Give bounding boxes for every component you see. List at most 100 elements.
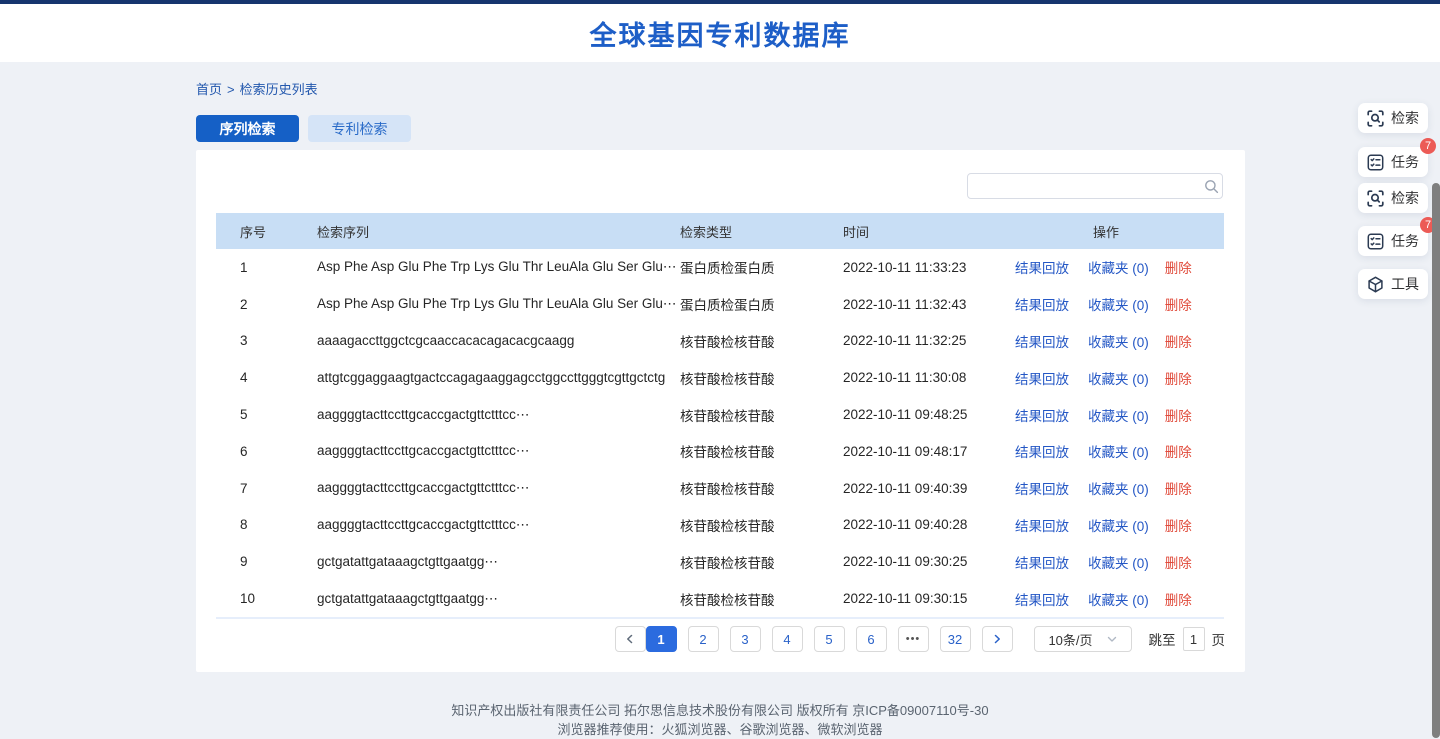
favorites-link[interactable]: 收藏夹 (0) xyxy=(1088,294,1149,314)
replay-results-link[interactable]: 结果回放 xyxy=(1015,552,1069,572)
row-type: 蛋白质检蛋白质 xyxy=(680,257,843,277)
delete-link[interactable]: 删除 xyxy=(1165,331,1192,351)
pagination-page-3[interactable]: 3 xyxy=(730,626,761,652)
pagination-next-icon[interactable] xyxy=(982,626,1013,652)
favorites-link[interactable]: 收藏夹 (0) xyxy=(1088,478,1149,498)
scan-search-icon xyxy=(1367,190,1384,207)
breadcrumb: 首页>检索历史列表 xyxy=(196,79,318,98)
delete-link[interactable]: 删除 xyxy=(1165,441,1192,461)
search-icon[interactable] xyxy=(1200,179,1222,194)
app-header: 全球基因专利数据库 xyxy=(0,4,1440,62)
delete-link[interactable]: 删除 xyxy=(1165,294,1192,314)
pagination-page-2[interactable]: 2 xyxy=(688,626,719,652)
delete-link[interactable]: 删除 xyxy=(1165,478,1192,498)
pagination-page-5[interactable]: 5 xyxy=(814,626,845,652)
tab-patent-search[interactable]: 专利检索 xyxy=(308,115,411,142)
row-actions: 结果回放 收藏夹 (0) 删除 xyxy=(1015,552,1224,572)
breadcrumb-home-link[interactable]: 首页 xyxy=(196,82,222,97)
page-title: 全球基因专利数据库 xyxy=(590,14,851,53)
row-actions: 结果回放 收藏夹 (0) 删除 xyxy=(1015,405,1224,425)
pagination: 123456 ••• 32 10条/页 跳至 页 xyxy=(615,626,1226,652)
pagination-pages: 123456 ••• 32 xyxy=(646,626,971,652)
favorites-link[interactable]: 收藏夹 (0) xyxy=(1088,441,1149,461)
table-row: 8 aaggggtacttccttgcaccgactgttctttcc⋯ 核苷酸… xyxy=(216,507,1224,544)
row-time: 2022-10-11 09:30:15 xyxy=(843,591,1015,606)
replay-results-link[interactable]: 结果回放 xyxy=(1015,441,1069,461)
delete-link[interactable]: 删除 xyxy=(1165,405,1192,425)
table-row: 5 aaggggtacttccttgcaccgactgttctttcc⋯ 核苷酸… xyxy=(216,396,1224,433)
row-time: 2022-10-11 11:30:08 xyxy=(843,370,1015,385)
row-sequence: gctgatattgataaagctgttgaatgg⋯ xyxy=(317,554,680,570)
pagination-more-icon[interactable]: ••• xyxy=(898,626,929,652)
favorites-link[interactable]: 收藏夹 (0) xyxy=(1088,515,1149,535)
row-type: 核苷酸检核苷酸 xyxy=(680,405,843,425)
pagination-page-32[interactable]: 32 xyxy=(940,626,971,652)
page-size-select[interactable]: 10条/页 xyxy=(1034,626,1132,652)
table-row: 7 aaggggtacttccttgcaccgactgttctttcc⋯ 核苷酸… xyxy=(216,470,1224,507)
row-index: 4 xyxy=(216,370,317,385)
delete-link[interactable]: 删除 xyxy=(1165,368,1192,388)
pagination-page-1[interactable]: 1 xyxy=(646,626,677,652)
favorites-link[interactable]: 收藏夹 (0) xyxy=(1088,589,1149,609)
replay-results-link[interactable]: 结果回放 xyxy=(1015,405,1069,425)
row-sequence: aaggggtacttccttgcaccgactgttctttcc⋯ xyxy=(317,517,680,533)
row-index: 6 xyxy=(216,444,317,459)
tab-sequence-search[interactable]: 序列检索 xyxy=(196,115,299,142)
delete-link[interactable]: 删除 xyxy=(1165,552,1192,572)
favorites-link[interactable]: 收藏夹 (0) xyxy=(1088,331,1149,351)
favorites-link[interactable]: 收藏夹 (0) xyxy=(1088,368,1149,388)
delete-link[interactable]: 删除 xyxy=(1165,515,1192,535)
page-jump-suffix: 页 xyxy=(1212,629,1226,649)
task-list-icon xyxy=(1367,233,1384,250)
search-mode-tabs: 序列检索 专利检索 xyxy=(196,115,411,142)
replay-results-link[interactable]: 结果回放 xyxy=(1015,331,1069,351)
replay-results-link[interactable]: 结果回放 xyxy=(1015,589,1069,609)
row-actions: 结果回放 收藏夹 (0) 删除 xyxy=(1015,441,1224,461)
row-time: 2022-10-11 11:32:43 xyxy=(843,297,1015,312)
side-button-检索-0[interactable]: 检索 xyxy=(1358,103,1428,133)
row-type: 核苷酸检核苷酸 xyxy=(680,441,843,461)
side-button-label: 任务 xyxy=(1391,152,1419,172)
delete-link[interactable]: 删除 xyxy=(1165,589,1192,609)
search-input[interactable] xyxy=(968,175,1200,197)
scan-search-icon xyxy=(1367,110,1384,127)
replay-results-link[interactable]: 结果回放 xyxy=(1015,257,1069,277)
pagination-page-4[interactable]: 4 xyxy=(772,626,803,652)
favorites-link[interactable]: 收藏夹 (0) xyxy=(1088,257,1149,277)
row-sequence: attgtcggaggaagtgactccagagaaggagcctggcctt… xyxy=(317,370,680,385)
side-button-检索-2[interactable]: 检索 xyxy=(1358,183,1428,213)
page-jump: 跳至 页 xyxy=(1149,627,1226,651)
scrollbar-thumb[interactable] xyxy=(1432,183,1440,738)
row-type: 核苷酸检核苷酸 xyxy=(680,331,843,351)
side-button-任务-3[interactable]: 任务7 xyxy=(1358,226,1428,256)
table-row: 2 Asp Phe Asp Glu Phe Trp Lys Glu Thr Le… xyxy=(216,286,1224,323)
table-row: 3 aaaagaccttggctcgcaaccacacagacacgcaagg … xyxy=(216,323,1224,360)
row-time: 2022-10-11 09:40:28 xyxy=(843,517,1015,532)
page-size-value: 10条/页 xyxy=(1048,630,1092,649)
favorites-link[interactable]: 收藏夹 (0) xyxy=(1088,405,1149,425)
replay-results-link[interactable]: 结果回放 xyxy=(1015,515,1069,535)
replay-results-link[interactable]: 结果回放 xyxy=(1015,368,1069,388)
row-actions: 结果回放 收藏夹 (0) 删除 xyxy=(1015,589,1224,609)
side-button-任务-1[interactable]: 任务7 xyxy=(1358,147,1428,177)
page-jump-input[interactable] xyxy=(1183,627,1205,651)
table-row: 1 Asp Phe Asp Glu Phe Trp Lys Glu Thr Le… xyxy=(216,249,1224,286)
row-sequence: Asp Phe Asp Glu Phe Trp Lys Glu Thr LeuA… xyxy=(317,259,680,275)
row-index: 2 xyxy=(216,297,317,312)
delete-link[interactable]: 删除 xyxy=(1165,257,1192,277)
replay-results-link[interactable]: 结果回放 xyxy=(1015,294,1069,314)
side-button-工具-4[interactable]: 工具 xyxy=(1358,269,1428,299)
row-sequence: aaggggtacttccttgcaccgactgttctttcc⋯ xyxy=(317,443,680,459)
row-type: 核苷酸检核苷酸 xyxy=(680,552,843,572)
pagination-page-6[interactable]: 6 xyxy=(856,626,887,652)
favorites-link[interactable]: 收藏夹 (0) xyxy=(1088,552,1149,572)
row-type: 核苷酸检核苷酸 xyxy=(680,515,843,535)
replay-results-link[interactable]: 结果回放 xyxy=(1015,478,1069,498)
toolbox-icon xyxy=(1367,276,1384,293)
side-button-label: 任务 xyxy=(1391,231,1419,251)
pagination-prev-icon[interactable] xyxy=(615,626,646,652)
row-index: 5 xyxy=(216,407,317,422)
col-header-type: 检索类型 xyxy=(680,222,843,241)
table-header-row: 序号 检索序列 检索类型 时间 操作 xyxy=(216,213,1224,249)
col-header-actions: 操作 xyxy=(1015,222,1224,241)
